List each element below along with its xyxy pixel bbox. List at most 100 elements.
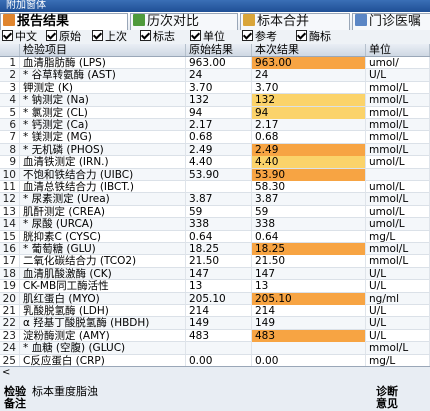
unit-cell: U/L [366,317,430,330]
option-original[interactable]: 原始 [46,30,81,44]
original-result-cell: 149 [186,317,252,330]
table-row[interactable]: 18 血清肌酸激酶 (CK) 147 147 U/L [0,267,430,281]
row-index: 6 [0,119,20,131]
unit-cell: umol/L [366,156,430,169]
current-result-cell: 147 [252,267,366,280]
current-result-cell: 0.68 [252,131,366,144]
unit-cell: umol/ [366,57,430,69]
item-name-cell: * 血糖 (空腹) (GLUC) [20,342,186,355]
unit-cell: U/L [366,69,430,82]
header-current[interactable]: 本次结果 [252,44,366,56]
table-row[interactable]: 13 肌酐测定 (CREA) 59 59 umol/L [0,205,430,219]
option-enzyme-label[interactable]: 酶标 [296,30,331,44]
tab-history-compare[interactable]: 历次对比 [130,13,238,30]
item-name-cell: 血清脂肪酶 (LPS) [20,57,186,69]
table-row[interactable]: 17 二氧化碳结合力 (TCO2) 21.50 21.50 mmol/L [0,255,430,268]
table-row[interactable]: 21 乳酸脱氢酶 (LDH) 214 214 U/L [0,305,430,318]
table-row[interactable]: 10 不饱和铁结合力 (UIBC) 53.90 53.90 [0,168,430,181]
table-row[interactable]: 3 钾测定 (K) 3.70 3.70 mmol/L [0,81,430,95]
unit-cell: mmol/L [366,243,430,255]
original-result-cell: 13 [186,280,252,293]
unit-cell: mmol/L [366,106,430,119]
current-result-cell: 205.10 [252,292,366,305]
tab-report-result[interactable]: 报告结果 [0,13,128,30]
current-result-cell: 214 [252,305,366,317]
current-result-cell: 21.50 [252,255,366,268]
table-row[interactable]: 15 胱抑素C (CYSC) 0.64 0.64 mg/L [0,230,430,243]
item-name-cell: * 谷草转氨酶 (AST) [20,69,186,82]
table-row[interactable]: 7 * 镁测定 (MG) 0.68 0.68 mmol/L [0,131,430,144]
checkbox-checked-icon[interactable] [46,30,57,41]
row-index: 24 [0,342,20,355]
item-name-cell: 钾测定 (K) [20,81,186,94]
diagnosis-label: 意见 [376,397,398,410]
tab-outpatient-order[interactable]: 门诊医嘱 [352,13,430,30]
unit-cell [366,168,430,181]
checkbox-checked-icon[interactable] [140,30,151,41]
original-result-cell: 214 [186,305,252,317]
option-chinese[interactable]: 中文 [2,30,37,44]
table-row[interactable]: 24 * 血糖 (空腹) (GLUC) mmol/L [0,342,430,355]
option-flag[interactable]: 标志 [140,30,175,44]
item-name-cell: * 无机磷 (PHOS) [20,143,186,156]
current-result-cell: 18.25 [252,243,366,255]
row-index: 7 [0,131,20,144]
row-index: 11 [0,181,20,193]
header-item[interactable]: 检验项目 [20,44,186,56]
current-result-cell: 338 [252,218,366,231]
option-previous[interactable]: 上次 [92,30,127,44]
item-name-cell: 不饱和铁结合力 (UIBC) [20,168,186,181]
row-index: 2 [0,69,20,82]
item-name-cell: 血清肌酸激酶 (CK) [20,267,186,280]
original-result-cell: 2.49 [186,143,252,156]
item-name-cell: * 镁测定 (MG) [20,131,186,144]
header-unit[interactable]: 单位 [366,44,430,56]
table-row[interactable]: 5 * 氯测定 (CL) 94 94 mmol/L [0,106,430,119]
table-row[interactable]: 9 血清铁测定 (IRN.) 4.40 4.40 umol/L [0,156,430,169]
remark-text-field[interactable]: 标本重度脂浊 [32,383,98,399]
table-row[interactable]: 12 * 尿素测定 (Urea) 3.87 3.87 mmol/L [0,193,430,206]
unit-cell: mmol/L [366,81,430,94]
row-index: 8 [0,143,20,156]
current-result-cell: 2.17 [252,119,366,131]
tab-specimen-merge[interactable]: 标本合并 [240,13,350,30]
table-row[interactable]: 2 * 谷草转氨酶 (AST) 24 24 U/L [0,69,430,82]
table-row[interactable]: 11 血清总铁结合力 (IBCT.) 58.30 umol/L [0,181,430,194]
unit-cell: mmol/L [366,94,430,107]
checkbox-checked-icon[interactable] [92,30,103,41]
window-title: 附加窗体 [6,0,46,11]
original-result-cell: 4.40 [186,156,252,169]
row-index: 1 [0,57,20,69]
unit-cell: mmol/L [366,143,430,156]
table-row[interactable]: 22 α 羟基丁酸脱氢酶 (HBDH) 149 149 U/L [0,317,430,330]
row-index: 23 [0,329,20,342]
item-name-cell: * 尿酸 (URCA) [20,218,186,231]
option-reference[interactable]: 参考 [242,30,277,44]
row-index: 5 [0,106,20,119]
option-unit[interactable]: 单位 [190,30,225,44]
table-row[interactable]: 14 * 尿酸 (URCA) 338 338 umol/L [0,218,430,231]
table-row[interactable]: 19 CK-MB同工酶活性 13 13 U/L [0,280,430,293]
table-row[interactable]: 16 * 葡萄糖 (GLU) 18.25 18.25 mmol/L [0,243,430,256]
item-name-cell: * 氯测定 (CL) [20,106,186,119]
current-result-cell: 149 [252,317,366,330]
tab-label: 门诊医嘱 [369,14,422,29]
checkbox-checked-icon[interactable] [296,30,307,41]
checkbox-checked-icon[interactable] [2,30,13,41]
original-result-cell: 94 [186,106,252,119]
unit-cell: ng/ml [366,292,430,305]
unit-cell: mmol/L [366,119,430,131]
header-original[interactable]: 原始结果 [186,44,252,56]
table-row[interactable]: 4 * 钠测定 (Na) 132 132 mmol/L [0,94,430,107]
row-index: 21 [0,305,20,317]
table-row[interactable]: 20 肌红蛋白 (MYO) 205.10 205.10 ng/ml [0,292,430,305]
table-row[interactable]: 23 淀粉酶测定 (AMY) 483 483 U/L [0,329,430,343]
footer-panel: < 检验 备注 标本重度脂浊 诊断 意见 [0,366,430,411]
table-row[interactable]: 8 * 无机磷 (PHOS) 2.49 2.49 mmol/L [0,143,430,157]
checkbox-checked-icon[interactable] [242,30,253,41]
scroll-left-arrow-icon[interactable]: < [2,368,16,378]
table-row[interactable]: 6 * 钙测定 (Ca) 2.17 2.17 mmol/L [0,119,430,132]
checkbox-checked-icon[interactable] [190,30,201,41]
table-row[interactable]: 1 血清脂肪酶 (LPS) 963.00 963.00 umol/ [0,57,430,70]
item-name-cell: 二氧化碳结合力 (TCO2) [20,255,186,268]
